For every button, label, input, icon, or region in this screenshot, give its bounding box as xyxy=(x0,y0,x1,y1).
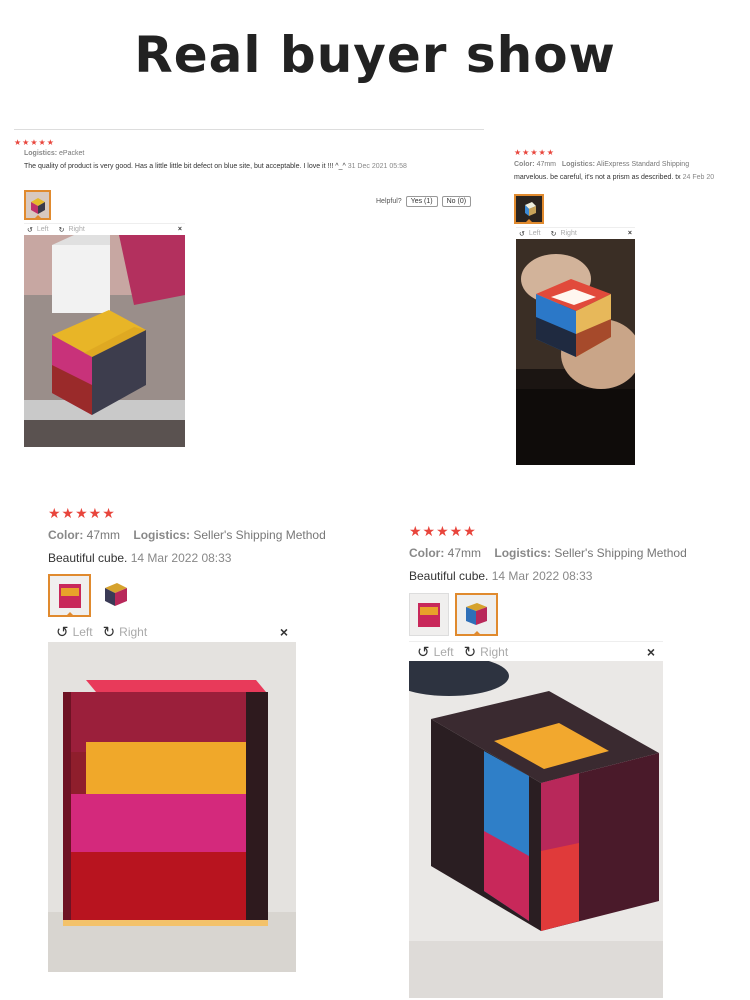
review-date: 14 Mar 2022 08:33 xyxy=(130,551,232,565)
review-text: Beautiful cube. xyxy=(48,551,128,565)
page-headline: Real buyer show xyxy=(134,26,616,84)
cube-thumbnail-image xyxy=(457,595,496,634)
logistics-label: Logistics: xyxy=(494,546,552,560)
logistics-label: Logistics: xyxy=(24,150,58,157)
logistics-value: Seller's Shipping Method xyxy=(193,528,326,542)
review-card-1: ★★★★★ Logistics: ePacket The quality of … xyxy=(14,138,486,172)
review-photo xyxy=(48,642,296,972)
image-toolbar: ↺ Left ↻ Right × xyxy=(409,641,663,661)
logistics-label: Logistics: xyxy=(561,161,595,168)
rotate-left-button[interactable]: ↺ Left xyxy=(27,226,49,234)
cube-on-table-photo xyxy=(24,235,185,447)
review-divider xyxy=(14,129,484,130)
close-icon[interactable]: × xyxy=(647,644,655,660)
review-date: 24 Feb 20 xyxy=(682,174,715,181)
close-icon[interactable]: × xyxy=(628,230,632,237)
rotate-right-icon: ↻ xyxy=(58,226,65,234)
thumbnail-strip xyxy=(48,574,135,617)
star-rating: ★★★★★ xyxy=(409,523,477,539)
review-card-3: ★★★★★ Color: 47mm Logistics: Seller's Sh… xyxy=(48,505,348,565)
review-thumbnail[interactable] xyxy=(24,190,51,220)
review-meta: Color: 47mm Logistics: Seller's Shipping… xyxy=(409,546,709,560)
thumbnail-strip xyxy=(514,194,544,224)
helpful-no-button[interactable]: No (0) xyxy=(441,196,472,207)
thumbnail-strip xyxy=(24,190,51,220)
cube-thumbnail-image xyxy=(410,594,448,635)
thumbnail-strip xyxy=(409,593,498,636)
image-toolbar: ↺ Left ↻ Right × xyxy=(48,622,296,642)
review-text-block: Beautiful cube. 14 Mar 2022 08:33 xyxy=(409,569,709,583)
rotate-right-icon: ↻ xyxy=(550,230,557,238)
cube-thumbnail-image xyxy=(97,574,135,617)
star-rating: ★★★★★ xyxy=(514,148,555,157)
image-viewer-4: ↺ Left ↻ Right × xyxy=(409,641,663,998)
review-text: The quality of product is very good. Has… xyxy=(24,163,346,170)
rotate-right-button[interactable]: ↻ Right xyxy=(551,230,577,238)
review-date: 14 Mar 2022 08:33 xyxy=(491,569,593,583)
star-rating: ★★★★★ xyxy=(48,505,116,521)
cube-thumbnail-image xyxy=(50,576,89,615)
cube-angled-photo xyxy=(409,661,663,998)
rotate-right-button[interactable]: ↻ Right xyxy=(59,226,85,234)
rotate-left-icon: ↺ xyxy=(27,226,33,234)
rotate-left-button[interactable]: ↺ Left xyxy=(417,643,454,661)
cube-thumbnail-image xyxy=(516,196,542,222)
review-text-block: marvelous. be careful, it's not a prism … xyxy=(514,174,750,181)
review-card-2: ★★★★★ Color: 47mm Logistics: AliExpress … xyxy=(514,148,750,181)
rotate-right-icon: ↻ xyxy=(463,643,477,661)
review-thumbnail[interactable] xyxy=(514,194,544,224)
star-rating: ★★★★★ xyxy=(14,138,55,147)
rotate-right-icon: ↻ xyxy=(102,624,116,641)
image-toolbar: ↺ Left ↻ Right × xyxy=(516,227,635,239)
color-value: 47mm xyxy=(536,161,557,168)
review-meta: Color: 47mm Logistics: AliExpress Standa… xyxy=(514,161,750,168)
rotate-left-button[interactable]: ↺ Left xyxy=(519,230,541,238)
helpful-yes-button[interactable]: Yes (1) xyxy=(405,196,438,207)
review-thumbnail[interactable] xyxy=(48,574,91,617)
review-text-block: Beautiful cube. 14 Mar 2022 08:33 xyxy=(48,551,348,565)
cube-closeup-photo xyxy=(48,642,296,972)
color-label: Color: xyxy=(514,161,535,168)
helpful-label: Helpful? xyxy=(376,198,402,205)
cube-thumbnail-image xyxy=(26,192,49,218)
color-value: 47mm xyxy=(86,528,121,542)
color-label: Color: xyxy=(48,528,84,542)
color-label: Color: xyxy=(409,546,445,560)
review-meta: Color: 47mm Logistics: Seller's Shipping… xyxy=(48,528,348,542)
review-date: 31 Dec 2021 05:58 xyxy=(347,163,407,170)
review-thumbnail[interactable] xyxy=(455,593,498,636)
rotate-left-button[interactable]: ↺ Left xyxy=(56,623,93,641)
image-viewer-3: ↺ Left ↻ Right × xyxy=(48,622,296,972)
review-text: marvelous. be careful, it's not a prism … xyxy=(514,174,681,181)
rotate-left-icon: ↺ xyxy=(56,624,69,641)
logistics-value: ePacket xyxy=(59,150,85,157)
review-thumbnail[interactable] xyxy=(409,593,449,636)
review-meta: Logistics: ePacket xyxy=(24,150,486,157)
rotate-left-icon: ↺ xyxy=(417,643,430,661)
helpful-bar: Helpful? Yes (1) No (0) xyxy=(376,196,472,207)
close-icon[interactable]: × xyxy=(280,624,288,640)
review-thumbnail[interactable] xyxy=(97,574,135,617)
cube-in-hand-photo xyxy=(516,239,635,465)
logistics-value: AliExpress Standard Shipping xyxy=(596,161,690,168)
image-viewer-1: ↺ Left ↻ Right × xyxy=(24,223,185,447)
logistics-value: Seller's Shipping Method xyxy=(554,546,687,560)
review-card-4: ★★★★★ Color: 47mm Logistics: Seller's Sh… xyxy=(409,523,709,583)
logistics-label: Logistics: xyxy=(133,528,191,542)
rotate-left-icon: ↺ xyxy=(519,230,525,238)
color-value: 47mm xyxy=(447,546,482,560)
image-toolbar: ↺ Left ↻ Right × xyxy=(24,223,185,235)
review-text: Beautiful cube. xyxy=(409,569,489,583)
review-photo xyxy=(516,239,635,465)
rotate-right-button[interactable]: ↻ Right xyxy=(103,623,148,641)
rotate-right-button[interactable]: ↻ Right xyxy=(464,643,509,661)
close-icon[interactable]: × xyxy=(178,226,182,233)
image-viewer-2: ↺ Left ↻ Right × xyxy=(516,227,635,465)
review-photo xyxy=(24,235,185,447)
review-text-block: The quality of product is very good. Has… xyxy=(24,162,434,172)
review-photo xyxy=(409,661,663,998)
